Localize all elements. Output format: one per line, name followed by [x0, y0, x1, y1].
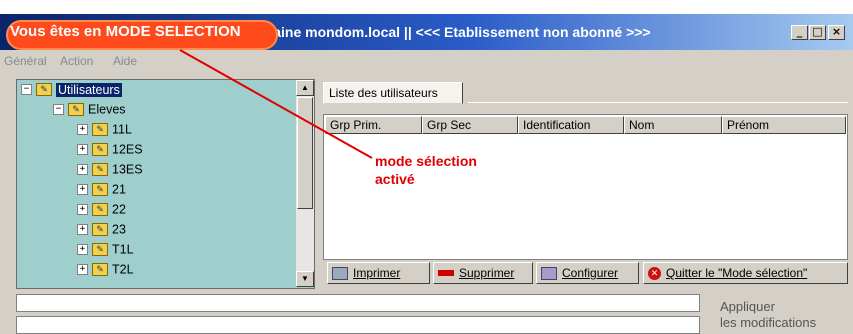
annotation-line	[179, 49, 373, 159]
annotation-text: mode sélection activé	[375, 152, 477, 188]
annotation-line1: mode sélection	[375, 153, 477, 169]
annotation-line2: activé	[375, 171, 415, 187]
